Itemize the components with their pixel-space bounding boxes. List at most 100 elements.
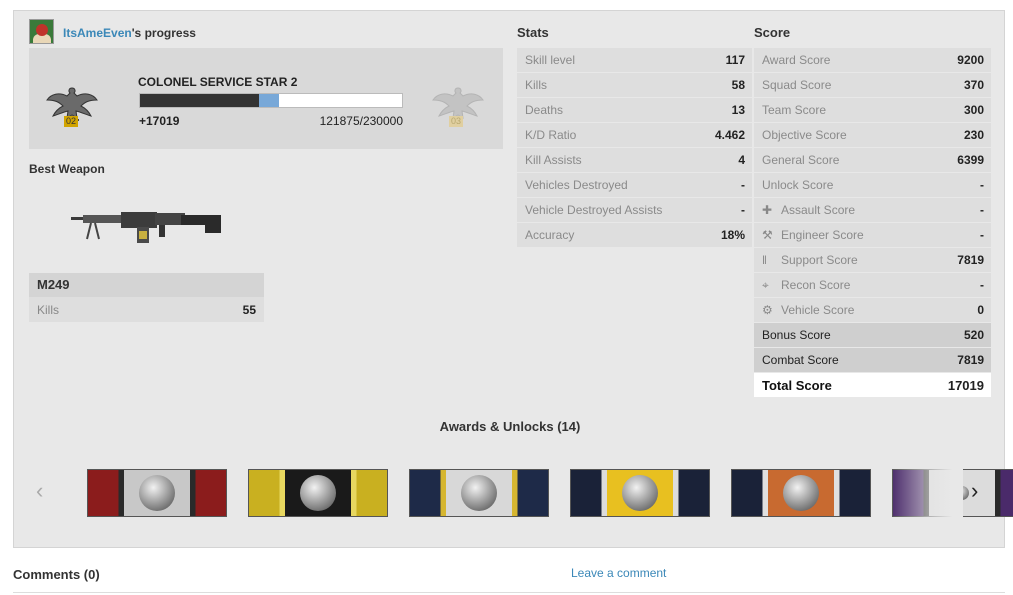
assault-icon: ✚ [762, 203, 773, 217]
weapon-name: M249 [37, 277, 70, 292]
score-row-value: - [980, 178, 984, 192]
score-row: ⌖ Recon Score - [754, 273, 991, 298]
score-row: ⚙ Vehicle Score 0 [754, 298, 991, 323]
score-row-label: Team Score [762, 103, 827, 117]
score-row-label: Support Score [781, 253, 858, 267]
score-row-value: 9200 [957, 53, 984, 67]
weapon-name-row: M249 [29, 273, 264, 297]
avatar-head [36, 24, 48, 36]
score-row: Unlock Score - [754, 173, 991, 198]
score-row: Bonus Score 520 [754, 323, 991, 348]
score-row-label: General Score [762, 153, 840, 167]
rank-name: COLONEL SERVICE STAR 2 [138, 75, 298, 89]
score-row-label: Unlock Score [762, 178, 834, 192]
vehicle-icon: ⚙ [762, 303, 773, 317]
stats-title: Stats [517, 25, 549, 40]
avatar[interactable] [29, 19, 54, 44]
total-score-row: Total Score 17019 [754, 373, 991, 398]
username-link[interactable]: ItsAmeEven [63, 26, 132, 40]
award-ribbon-2[interactable] [248, 469, 388, 517]
score-row-label: Award Score [762, 53, 831, 67]
engineer-icon: ⚒ [762, 228, 773, 242]
ribbon-fade-overlay [891, 469, 963, 517]
total-score-label: Total Score [762, 378, 832, 393]
progress-title: ItsAmeEven's progress [63, 26, 196, 40]
score-row: Award Score 9200 [754, 48, 991, 73]
next-rank-code: 03 [449, 116, 463, 127]
stats-table: Skill level 117 Kills 58 Deaths 13 K/D Ratio 4.… [517, 48, 752, 248]
score-row: ⚒ Engineer Score - [754, 223, 991, 248]
award-ribbon-3[interactable] [409, 469, 549, 517]
stats-row-label: Vehicles Destroyed [525, 178, 628, 192]
weapon-kills-row: Kills 55 [29, 297, 264, 322]
award-ribbon-4[interactable] [570, 469, 710, 517]
score-row: Team Score 300 [754, 98, 991, 123]
stats-row: Deaths 13 [517, 98, 752, 123]
score-row-value: 520 [963, 328, 984, 342]
score-title: Score [754, 25, 791, 40]
xp-count-text: 121875/230000 [319, 114, 403, 128]
stats-row-label: Skill level [525, 53, 576, 67]
score-table: Award Score 9200 Squad Score 370 Team Score 3… [754, 48, 991, 398]
stats-row-label: Kills [525, 78, 548, 92]
score-row: General Score 6399 [754, 148, 991, 173]
stats-row: K/D Ratio 4.462 [517, 123, 752, 148]
award-ribbon-5[interactable] [731, 469, 871, 517]
leave-comment-link[interactable]: Leave a comment [571, 566, 666, 580]
carousel-next-button[interactable]: › [971, 479, 985, 503]
score-row-label: Squad Score [762, 78, 832, 92]
score-row-value: - [980, 278, 984, 292]
score-row-label: Bonus Score [762, 328, 831, 342]
stats-row-value: 4 [738, 153, 745, 167]
score-row: ‖ Support Score 7819 [754, 248, 991, 273]
recon-icon: ⌖ [762, 278, 769, 292]
xp-progress-bar [139, 93, 403, 108]
award-ribbon-1[interactable] [87, 469, 227, 517]
score-row-label: Engineer Score [781, 228, 864, 242]
score-row-value: 6399 [957, 153, 984, 167]
score-row: Objective Score 230 [754, 123, 991, 148]
weapon-kills-value: 55 [242, 303, 256, 317]
stats-row-value: 4.462 [714, 128, 745, 142]
score-row: ✚ Assault Score - [754, 198, 991, 223]
award-emblem-icon [139, 475, 175, 511]
stats-row-label: Accuracy [525, 228, 575, 242]
xp-gain-fill [259, 94, 279, 107]
comments-divider [13, 592, 1005, 593]
stats-row-label: Vehicle Destroyed Assists [525, 203, 663, 217]
stats-row: Skill level 117 [517, 48, 752, 73]
xp-gain-text: +17019 [139, 114, 180, 128]
stats-row-value: - [741, 203, 745, 217]
stats-row: Vehicles Destroyed - [517, 173, 752, 198]
score-row: Squad Score 370 [754, 73, 991, 98]
score-row: Combat Score 7819 [754, 348, 991, 373]
score-row-label: Recon Score [781, 278, 851, 292]
award-emblem-icon [783, 475, 819, 511]
total-score-value: 17019 [947, 378, 984, 393]
stats-row-value: 18% [720, 228, 745, 242]
score-row-value: - [980, 203, 984, 217]
score-row-label: Vehicle Score [781, 303, 855, 317]
stats-row-label: Kill Assists [525, 153, 582, 167]
progress-panel: ItsAmeEven's progress 02 COLONEL SERVICE… [13, 10, 1013, 548]
m249-weapon-image [71, 212, 221, 243]
score-row-label: Combat Score [762, 353, 839, 367]
carousel-prev-button[interactable]: ‹ [36, 479, 50, 503]
score-row-value: 370 [963, 78, 984, 92]
stats-row: Accuracy 18% [517, 223, 752, 248]
score-row-value: 300 [963, 103, 984, 117]
stats-row-value: 117 [725, 53, 745, 67]
score-row-value: 0 [977, 303, 984, 317]
stats-row: Kills 58 [517, 73, 752, 98]
score-row-label: Objective Score [762, 128, 847, 142]
awards-title: Awards & Unlocks (14) [439, 419, 581, 434]
score-row-value: 7819 [957, 353, 984, 367]
score-row-value: - [980, 228, 984, 242]
stats-row-label: Deaths [525, 103, 564, 117]
stats-row-value: 58 [731, 78, 745, 92]
score-row-value: 230 [963, 128, 984, 142]
current-rank-code: 02 [64, 116, 78, 127]
award-emblem-icon [461, 475, 497, 511]
score-row-value: 7819 [957, 253, 984, 267]
weapon-kills-label: Kills [37, 303, 60, 317]
